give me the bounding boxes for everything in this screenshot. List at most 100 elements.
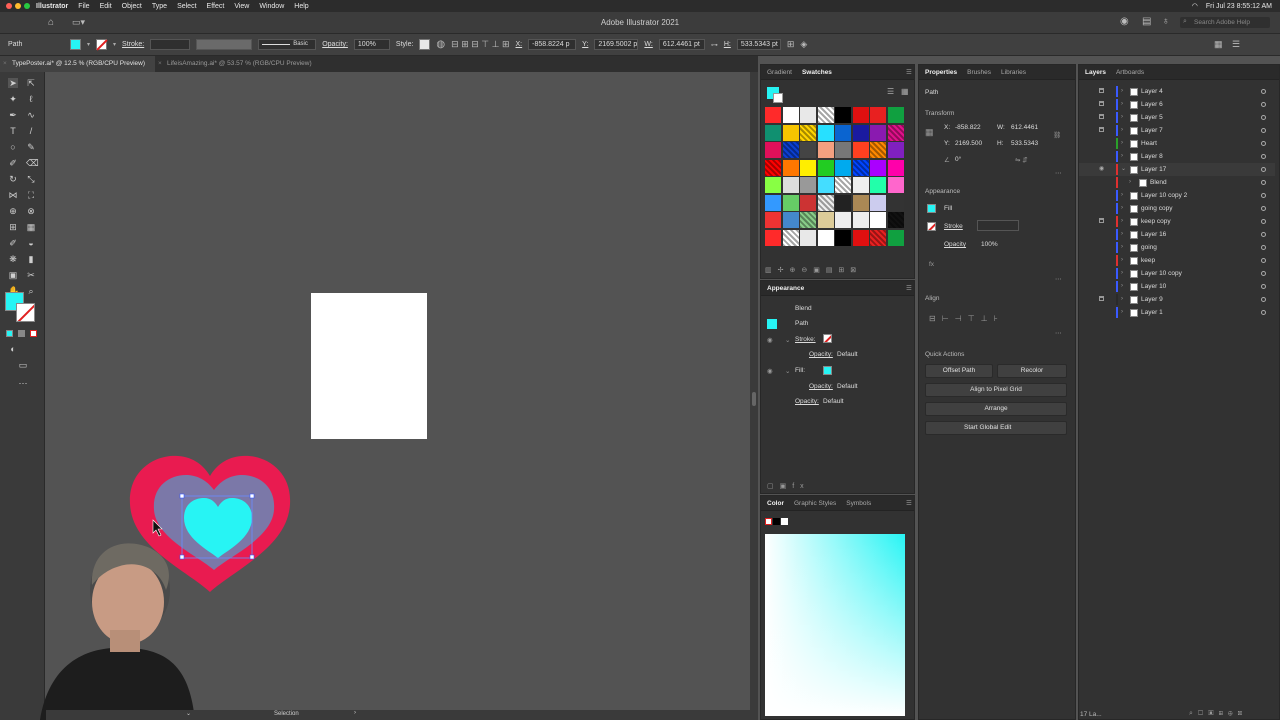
swatch[interactable] [887, 229, 904, 246]
tab-gradient[interactable]: Gradient [767, 69, 792, 76]
tab-properties[interactable]: Properties [925, 69, 957, 76]
target-circle-icon[interactable] [1261, 258, 1266, 263]
document-tab[interactable]: × LifeisAmazing.ai* @ 53.57 % (RGB/CPU Pr… [155, 56, 322, 72]
status-arrow-icon[interactable]: › [354, 710, 356, 716]
fill-opacity-label[interactable]: Opacity: [809, 383, 833, 390]
close-tab-icon[interactable]: × [3, 56, 7, 72]
tips-icon[interactable]: ♁ [1162, 16, 1170, 27]
reference-point-icon[interactable]: ▦ [925, 127, 934, 138]
canvas-area[interactable] [40, 72, 750, 720]
swatch[interactable] [782, 212, 799, 228]
appearance-actions-icon[interactable]: ▢▣fx [767, 482, 810, 490]
chevron-right-icon[interactable]: › [1121, 85, 1123, 98]
swatch[interactable] [870, 107, 886, 123]
swatch[interactable] [800, 194, 816, 211]
tab-symbols[interactable]: Symbols [846, 500, 871, 507]
selection-tool-icon[interactable]: ➤ [8, 78, 18, 88]
chevron-right-icon[interactable]: › [1121, 189, 1123, 202]
artboard-tool-icon[interactable]: ▣ [8, 270, 18, 280]
menu-type[interactable]: Type [152, 3, 167, 10]
swatch[interactable] [765, 107, 781, 123]
layer-row[interactable]: ◉ ⌄ Layer 17 [1079, 163, 1275, 176]
swatch[interactable] [835, 107, 851, 123]
gradient-mode-icon[interactable] [18, 330, 25, 337]
layer-row[interactable]: › keep copy [1079, 215, 1275, 228]
swatch[interactable] [835, 159, 851, 176]
white-color-icon[interactable] [781, 518, 788, 525]
appearance-fill-label[interactable]: Fill: [795, 367, 805, 374]
swatch[interactable] [887, 194, 904, 211]
width-tool-icon[interactable]: ⋈ [8, 190, 18, 200]
fill-swatch[interactable] [70, 39, 81, 50]
menu-edit[interactable]: Edit [100, 3, 112, 10]
more-options-icon[interactable]: ⋯ [1055, 275, 1062, 283]
close-tab-icon[interactable]: × [158, 56, 162, 72]
ellipse-tool-icon[interactable]: ○ [8, 142, 18, 152]
swatch[interactable] [800, 124, 816, 141]
target-circle-icon[interactable] [1261, 232, 1266, 237]
swatch[interactable] [870, 159, 886, 176]
swatch[interactable] [870, 142, 886, 158]
align-to-pixel-grid-button[interactable]: Align to Pixel Grid [925, 383, 1067, 397]
swatch[interactable] [870, 124, 886, 141]
app-menu[interactable]: Illustrator [36, 3, 68, 10]
current-stroke-swatch[interactable] [773, 93, 783, 103]
menu-file[interactable]: File [78, 3, 89, 10]
swatch[interactable] [852, 229, 869, 246]
arrange-documents-icon[interactable]: ▤ [1142, 16, 1151, 27]
menu-select[interactable]: Select [177, 3, 196, 10]
swatch[interactable] [800, 142, 816, 158]
target-circle-icon[interactable] [1261, 193, 1266, 198]
column-graph-tool-icon[interactable]: ▮ [26, 254, 36, 264]
appearance-fill-swatch[interactable] [823, 366, 832, 375]
stroke-label[interactable]: Stroke: [122, 41, 144, 48]
chevron-right-icon[interactable]: › [1121, 215, 1123, 228]
constrain-proportions-icon[interactable]: ⊶ [711, 41, 718, 49]
layer-row[interactable]: › Layer 7 [1079, 124, 1275, 137]
zoom-window-button[interactable] [24, 3, 30, 9]
symbol-sprayer-tool-icon[interactable]: ❋ [8, 254, 18, 264]
blend-tool-icon[interactable]: ◒ [26, 238, 36, 248]
layer-row[interactable]: › Layer 5 [1079, 111, 1275, 124]
close-window-button[interactable] [6, 3, 12, 9]
swatch[interactable] [887, 142, 904, 158]
swatch[interactable] [835, 212, 851, 228]
chevron-right-icon[interactable]: › [1121, 293, 1123, 306]
arrange-panels-icon[interactable]: ▦ [1214, 39, 1223, 50]
chevron-right-icon[interactable]: › [1121, 111, 1123, 124]
offset-path-button[interactable]: Offset Path [925, 364, 993, 378]
zoom-tool-icon[interactable]: ⌕ [26, 286, 36, 296]
target-circle-icon[interactable] [1261, 115, 1266, 120]
lock-icon[interactable] [1099, 296, 1104, 301]
prop-rotate-field[interactable]: 0° [955, 156, 961, 163]
prop-x-field[interactable]: -858.822 [955, 124, 981, 131]
target-circle-icon[interactable] [1261, 310, 1266, 315]
clock[interactable]: Fri Jul 23 8:55:12 AM [1206, 3, 1272, 10]
target-circle-icon[interactable] [1261, 180, 1266, 185]
type-tool-icon[interactable]: T [8, 126, 18, 136]
search-help-field[interactable]: ⌕ Search Adobe Help [1180, 17, 1270, 28]
chevron-right-icon[interactable]: › [1129, 176, 1131, 189]
scale-tool-icon[interactable]: ⤡ [26, 174, 36, 184]
none-mode-icon[interactable] [30, 330, 37, 337]
target-circle-icon[interactable] [1261, 206, 1266, 211]
share-icon[interactable]: ◉ [1120, 16, 1129, 27]
prop-fill-swatch[interactable] [927, 204, 936, 213]
swatch[interactable] [870, 212, 886, 228]
swatch[interactable] [870, 194, 886, 211]
swatch[interactable] [765, 212, 781, 228]
menu-help[interactable]: Help [294, 3, 308, 10]
document-tab[interactable]: × TypePoster.ai* @ 12.5 % (RGB/CPU Previe… [0, 56, 156, 72]
stroke-color-box[interactable] [16, 303, 35, 322]
swatch[interactable] [852, 212, 869, 228]
list-view-icon[interactable]: ☰ [887, 87, 894, 96]
resize-handle-icon[interactable] [249, 554, 255, 560]
swatch[interactable] [887, 212, 904, 228]
zoom-dropdown-icon[interactable]: ⌄ [186, 710, 191, 717]
x-label[interactable]: X: [516, 41, 523, 48]
layer-row[interactable]: › going [1079, 241, 1275, 254]
swatch[interactable] [800, 212, 816, 228]
eyedropper-tool-icon[interactable]: ✐ [8, 238, 18, 248]
swatch[interactable] [817, 142, 834, 158]
minimize-window-button[interactable] [15, 3, 21, 9]
